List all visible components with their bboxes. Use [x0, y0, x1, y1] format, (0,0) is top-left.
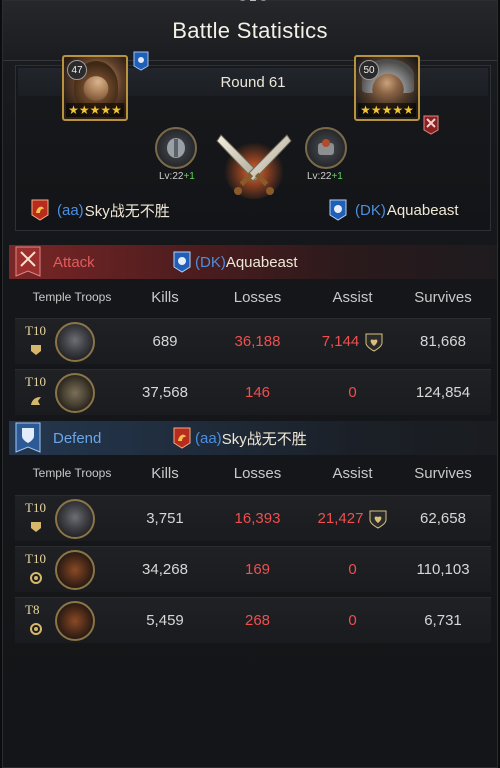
- alliance-flag-icon: [133, 51, 149, 71]
- table-row[interactable]: T10 3,751 16,393 21,427 62,658: [15, 495, 491, 541]
- siege-troop-icon: [55, 549, 95, 590]
- defender-stars: ★★★★★: [358, 103, 416, 117]
- kills-value: 34,268: [142, 561, 188, 578]
- troop-tier: T10: [25, 322, 46, 338]
- col-losses: Losses: [233, 288, 282, 306]
- losses-value: 169: [244, 561, 271, 578]
- assist-value: 0: [348, 612, 357, 629]
- kills-value: 3,751: [146, 510, 184, 527]
- defender-name[interactable]: (DK) Aquabeast: [329, 199, 459, 221]
- col-survives: Survives: [414, 288, 472, 306]
- defender-gear-level: Lv:22+1: [307, 171, 343, 182]
- losses-value: 268: [244, 612, 271, 629]
- assist-value: 0: [348, 561, 357, 578]
- infantry-troop-icon: [55, 321, 95, 362]
- troop-tier: T8: [25, 601, 40, 617]
- infantry-type-icon: [31, 344, 41, 355]
- survives-value: 81,668: [420, 333, 466, 350]
- cavalry-troop-icon: [55, 372, 95, 413]
- col-losses: Losses: [233, 464, 282, 482]
- siege-troop-icon: [55, 600, 95, 641]
- survives-value: 6,731: [424, 612, 462, 629]
- losses-value: 146: [244, 384, 271, 401]
- table-row[interactable]: T10 34,268 169 0 110,103: [15, 546, 491, 592]
- window-title: Battle Statistics: [172, 17, 328, 43]
- table-row[interactable]: T10 689 36,188 7,144 81,668: [15, 318, 491, 364]
- defender-level-badge: 50: [359, 60, 379, 80]
- assist-cell: 21,427: [310, 509, 395, 529]
- attacker-gear-level: Lv:22+1: [159, 171, 195, 182]
- window-header: Battle Statistics: [3, 1, 497, 61]
- survives-value: 110,103: [416, 561, 470, 578]
- heart-shield-icon: [365, 333, 383, 352]
- infantry-type-icon: [31, 521, 41, 532]
- blue-alliance-emblem-icon: [173, 251, 191, 273]
- defend-section-header: Defend (aa) Sky战无不胜: [9, 421, 497, 455]
- defend-opponent[interactable]: (aa) Sky战无不胜: [173, 427, 307, 449]
- cavalry-type-icon: [31, 396, 41, 405]
- defend-column-headers: Temple Troops Kills Losses Assist Surviv…: [15, 457, 491, 489]
- battle-statistics-window: Battle Statistics Round 61 47 ★★★★★ Lv:2…: [2, 0, 498, 768]
- losses-value: 36,188: [234, 333, 281, 350]
- attacker-stars: ★★★★★: [66, 103, 124, 117]
- red-alliance-emblem-icon: [31, 199, 49, 221]
- defender-equipment-icon[interactable]: [305, 127, 347, 169]
- survives-value: 62,658: [420, 510, 466, 527]
- close-marker-icon: [423, 115, 439, 135]
- kills-value: 5,459: [146, 612, 184, 629]
- col-assist: Assist: [332, 464, 373, 482]
- crossed-swords-icon: [216, 134, 292, 199]
- siege-type-icon: [30, 571, 42, 584]
- attacker-name[interactable]: (aa) Sky战无不胜: [31, 199, 170, 221]
- heart-shield-icon: [369, 510, 387, 529]
- troop-tier: T10: [25, 499, 46, 515]
- attack-column-headers: Temple Troops Kills Losses Assist Surviv…: [15, 281, 491, 313]
- infantry-troop-icon: [55, 498, 95, 539]
- table-row[interactable]: T8 5,459 268 0 6,731: [15, 597, 491, 643]
- col-troops: Temple Troops: [32, 466, 112, 480]
- attacker-level-badge: 47: [67, 60, 87, 80]
- col-kills: Kills: [151, 464, 179, 482]
- troop-tier: T10: [25, 373, 46, 389]
- blue-alliance-emblem-icon: [329, 199, 347, 221]
- col-troops: Temple Troops: [32, 290, 112, 304]
- siege-type-icon: [30, 622, 42, 635]
- table-row[interactable]: T10 37,568 146 0 124,854: [15, 369, 491, 415]
- attacker-portrait[interactable]: 47 ★★★★★: [62, 55, 128, 121]
- losses-value: 16,393: [234, 510, 281, 527]
- attack-opponent[interactable]: (DK) Aquabeast: [173, 251, 298, 273]
- attacker-equipment-icon[interactable]: [155, 127, 197, 169]
- assist-value: 7,144: [321, 333, 360, 350]
- assist-cell: 7,144: [310, 332, 395, 352]
- survives-value: 124,854: [415, 384, 471, 401]
- crossed-swords-flag-icon: [15, 246, 41, 277]
- troop-tier: T10: [25, 550, 46, 566]
- attack-section-header: Attack (DK) Aquabeast: [9, 245, 497, 279]
- col-kills: Kills: [151, 288, 179, 306]
- attack-label: Attack: [53, 253, 95, 271]
- assist-value: 0: [348, 384, 357, 401]
- col-assist: Assist: [332, 288, 373, 306]
- shield-flag-icon: [15, 422, 41, 453]
- defend-label: Defend: [53, 429, 102, 447]
- defender-portrait[interactable]: 50 ★★★★★: [354, 55, 420, 121]
- assist-value: 21,427: [317, 510, 364, 527]
- kills-value: 689: [152, 333, 178, 350]
- col-survives: Survives: [414, 464, 472, 482]
- red-alliance-emblem-icon: [173, 427, 191, 449]
- kills-value: 37,568: [142, 384, 188, 401]
